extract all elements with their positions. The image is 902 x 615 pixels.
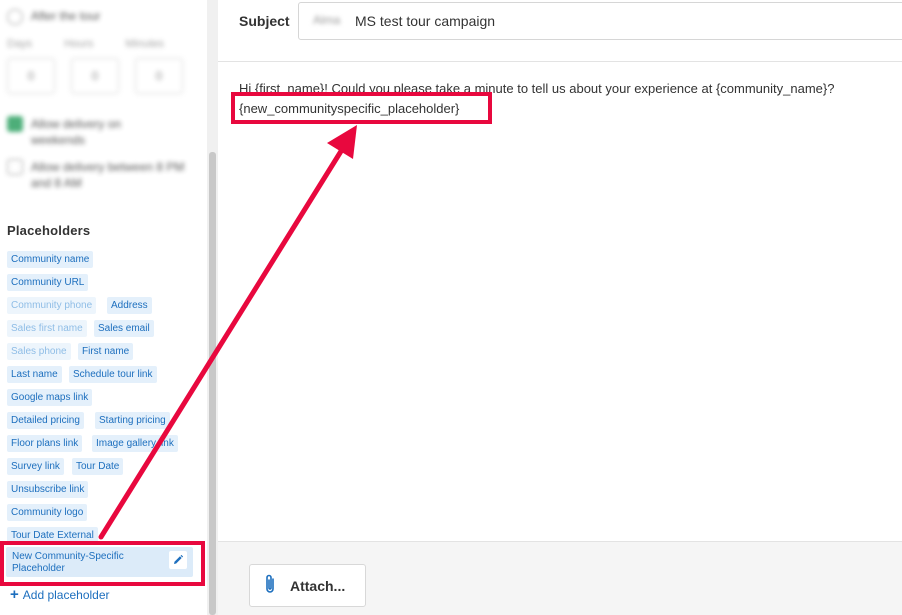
chip-last-name[interactable]: Last name bbox=[7, 366, 62, 383]
email-body-editor[interactable]: Hi {first_name}! Could you please take a… bbox=[218, 62, 902, 541]
email-body-text: Hi {first_name}! Could you please take a… bbox=[239, 79, 834, 119]
editor-footer: Attach... bbox=[218, 541, 902, 615]
subject-label: Subject bbox=[239, 13, 290, 29]
after-tour-radio[interactable] bbox=[7, 9, 23, 25]
chip-tour-date-external[interactable]: Tour Date External bbox=[7, 527, 98, 544]
chip-community-logo[interactable]: Community logo bbox=[7, 504, 88, 521]
chip-schedule-tour-link[interactable]: Schedule tour link bbox=[69, 366, 157, 383]
chip-first-name[interactable]: First name bbox=[78, 343, 134, 360]
chip-community-phone[interactable]: Community phone bbox=[7, 297, 97, 314]
chip-sales-email[interactable]: Sales email bbox=[94, 320, 154, 337]
subject-value: MS test tour campaign bbox=[355, 13, 496, 29]
chip-community-name[interactable]: Community name bbox=[7, 251, 94, 268]
paperclip-icon bbox=[264, 573, 276, 598]
sidebar-scrollbar[interactable] bbox=[207, 0, 218, 615]
chip-unsubscribe-link[interactable]: Unsubscribe link bbox=[7, 481, 89, 498]
chip-starting-pricing[interactable]: Starting pricing bbox=[95, 412, 170, 429]
delay-inputs: 0 0 0 bbox=[7, 58, 183, 94]
subject-bar: Subject Alma MS test tour campaign bbox=[218, 0, 902, 62]
new-placeholder-label: New Community-Specific Placeholder bbox=[12, 551, 124, 574]
add-placeholder-label: Add placeholder bbox=[22, 588, 110, 602]
chip-survey-link[interactable]: Survey link bbox=[7, 458, 64, 475]
unit-hours-label: Hours bbox=[64, 38, 94, 50]
days-input[interactable]: 0 bbox=[7, 58, 55, 94]
placeholders-heading: Placeholders bbox=[7, 223, 91, 238]
chip-image-gallery-link[interactable]: Image gallery link bbox=[92, 435, 178, 452]
email-editor: Subject Alma MS test tour campaign Hi {f… bbox=[218, 0, 902, 615]
plus-icon: + bbox=[10, 586, 19, 603]
night-delivery-checkbox[interactable] bbox=[7, 159, 23, 175]
weekends-label: Allow delivery on weekends bbox=[31, 117, 122, 147]
chip-new-community-specific-placeholder[interactable]: New Community-Specific Placeholder bbox=[6, 547, 193, 577]
chip-community-url[interactable]: Community URL bbox=[7, 274, 89, 291]
unit-minutes-label: Minutes bbox=[125, 38, 164, 50]
attach-label: Attach... bbox=[290, 577, 346, 594]
hours-input[interactable]: 0 bbox=[71, 58, 119, 94]
placeholder-sidebar: After the tour Days Hours Minutes 0 0 0 … bbox=[0, 0, 207, 615]
after-tour-label: After the tour bbox=[31, 9, 101, 23]
chip-tour-date[interactable]: Tour Date bbox=[72, 458, 124, 475]
attach-button[interactable]: Attach... bbox=[249, 564, 366, 607]
weekends-option[interactable]: Allow delivery on weekends bbox=[7, 116, 197, 148]
night-delivery-option[interactable]: Allow delivery between 8 PM and 8 AM bbox=[7, 159, 197, 191]
subject-input[interactable]: Alma MS test tour campaign bbox=[298, 2, 902, 40]
weekends-checkbox[interactable] bbox=[7, 116, 23, 132]
chip-sales-phone[interactable]: Sales phone bbox=[7, 343, 71, 360]
body-line-placeholder-token: {new_communityspecific_placeholder} bbox=[239, 101, 460, 116]
chip-google-maps-link[interactable]: Google maps link bbox=[7, 389, 93, 406]
chip-floor-plans-link[interactable]: Floor plans link bbox=[7, 435, 83, 452]
add-placeholder-link[interactable]: + Add placeholder bbox=[10, 586, 110, 603]
body-line-greeting: Hi {first_name}! Could you please take a… bbox=[239, 81, 835, 96]
chip-sales-first-name[interactable]: Sales first name bbox=[7, 320, 87, 337]
chip-detailed-pricing[interactable]: Detailed pricing bbox=[7, 412, 84, 429]
unit-days-label: Days bbox=[7, 38, 33, 50]
pencil-icon[interactable] bbox=[169, 551, 187, 569]
sidebar-scrollbar-thumb[interactable] bbox=[209, 152, 216, 615]
minutes-input[interactable]: 0 bbox=[135, 58, 183, 94]
delay-unit-labels: Days Hours Minutes bbox=[7, 38, 164, 50]
chip-address[interactable]: Address bbox=[107, 297, 152, 314]
subject-redacted-text: Alma bbox=[313, 13, 341, 27]
after-tour-option[interactable]: After the tour bbox=[7, 9, 100, 25]
night-delivery-label: Allow delivery between 8 PM and 8 AM bbox=[31, 160, 185, 190]
